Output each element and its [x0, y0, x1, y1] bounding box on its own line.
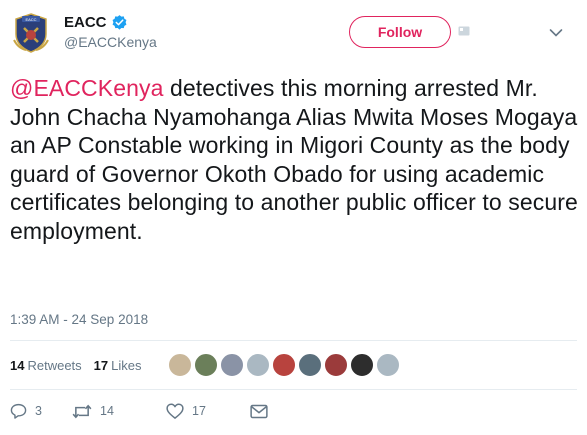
liker-avatar[interactable]: [245, 353, 270, 377]
eacc-logo-icon: EACC: [13, 13, 49, 53]
reply-count: 3: [35, 404, 42, 418]
liker-avatar[interactable]: [193, 353, 218, 377]
retweet-count: 14: [100, 404, 114, 418]
likes-stat[interactable]: 17 Likes: [94, 358, 142, 373]
direct-message-button[interactable]: [250, 404, 276, 419]
liker-avatar[interactable]: [271, 353, 296, 377]
divider: [10, 340, 577, 341]
tweet-header: EACC EACC @EACCKenya Follow: [0, 0, 587, 62]
user-names[interactable]: EACC @EACCKenya: [64, 14, 157, 50]
liker-avatar[interactable]: [349, 353, 374, 377]
tweet-actions: 3 14 17: [10, 400, 310, 422]
reply-button[interactable]: 3: [10, 403, 72, 419]
liker-avatar[interactable]: [375, 353, 400, 377]
envelope-icon: [250, 404, 268, 418]
likes-count: 17: [93, 357, 109, 373]
retweets-label: Retweets: [27, 357, 82, 373]
user-handle[interactable]: @EACCKenya: [64, 34, 157, 50]
display-name[interactable]: EACC: [64, 14, 107, 31]
likes-label: Likes: [111, 357, 142, 373]
chevron-down-icon[interactable]: [549, 28, 563, 38]
retweets-stat[interactable]: 14 Retweets: [10, 358, 82, 373]
divider: [10, 389, 577, 390]
liker-avatars: [167, 353, 402, 377]
liker-avatar[interactable]: [323, 353, 348, 377]
mention-link[interactable]: @EACCKenya: [10, 75, 163, 101]
display-name-row: EACC: [64, 14, 157, 31]
follow-extra-icon[interactable]: [458, 26, 470, 36]
liker-avatar[interactable]: [167, 353, 192, 377]
retweet-button[interactable]: 14: [72, 404, 166, 419]
like-button[interactable]: 17: [166, 403, 250, 419]
reply-icon: [10, 403, 27, 419]
avatar-logo-text: EACC: [25, 17, 36, 22]
tweet-text: @EACCKenya detectives this morning arres…: [10, 74, 580, 245]
follow-button[interactable]: Follow: [349, 16, 451, 48]
heart-icon: [166, 403, 184, 419]
tweet-stats: 14 Retweets 17 Likes: [10, 349, 402, 381]
liker-avatar[interactable]: [297, 353, 322, 377]
verified-badge-icon: [112, 15, 126, 30]
retweet-icon: [72, 404, 92, 418]
like-count: 17: [192, 404, 206, 418]
liker-avatar[interactable]: [219, 353, 244, 377]
avatar[interactable]: EACC: [8, 10, 54, 56]
retweets-count: 14: [10, 357, 25, 373]
tweet-timestamp[interactable]: 1:39 AM - 24 Sep 2018: [10, 312, 148, 327]
